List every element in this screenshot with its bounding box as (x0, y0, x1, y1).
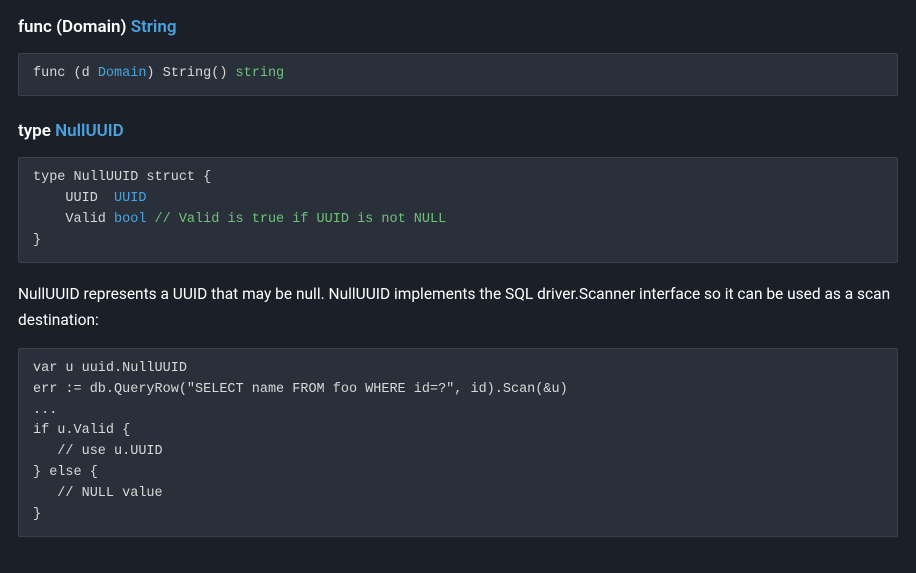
heading-nulluuid: type NullUUID (18, 118, 898, 145)
code-nulluuid-struct: type NullUUID struct { UUID UUID Valid b… (18, 157, 898, 263)
heading-link-nulluuid[interactable]: NullUUID (55, 121, 124, 141)
code-nulluuid-example: var u uuid.NullUUID err := db.QueryRow("… (18, 348, 898, 537)
section-nulluuid: type NullUUID type NullUUID struct { UUI… (18, 118, 898, 537)
heading-prefix: func (Domain) (18, 17, 131, 37)
heading-link-string[interactable]: String (131, 17, 177, 37)
heading-prefix: type (18, 121, 55, 141)
heading-domain-string: func (Domain) String (18, 14, 898, 41)
nulluuid-description: NullUUID represents a UUID that may be n… (18, 281, 898, 334)
section-domain-string: func (Domain) String func (d Domain) Str… (18, 14, 898, 96)
code-domain-string: func (d Domain) String() string (18, 53, 898, 96)
